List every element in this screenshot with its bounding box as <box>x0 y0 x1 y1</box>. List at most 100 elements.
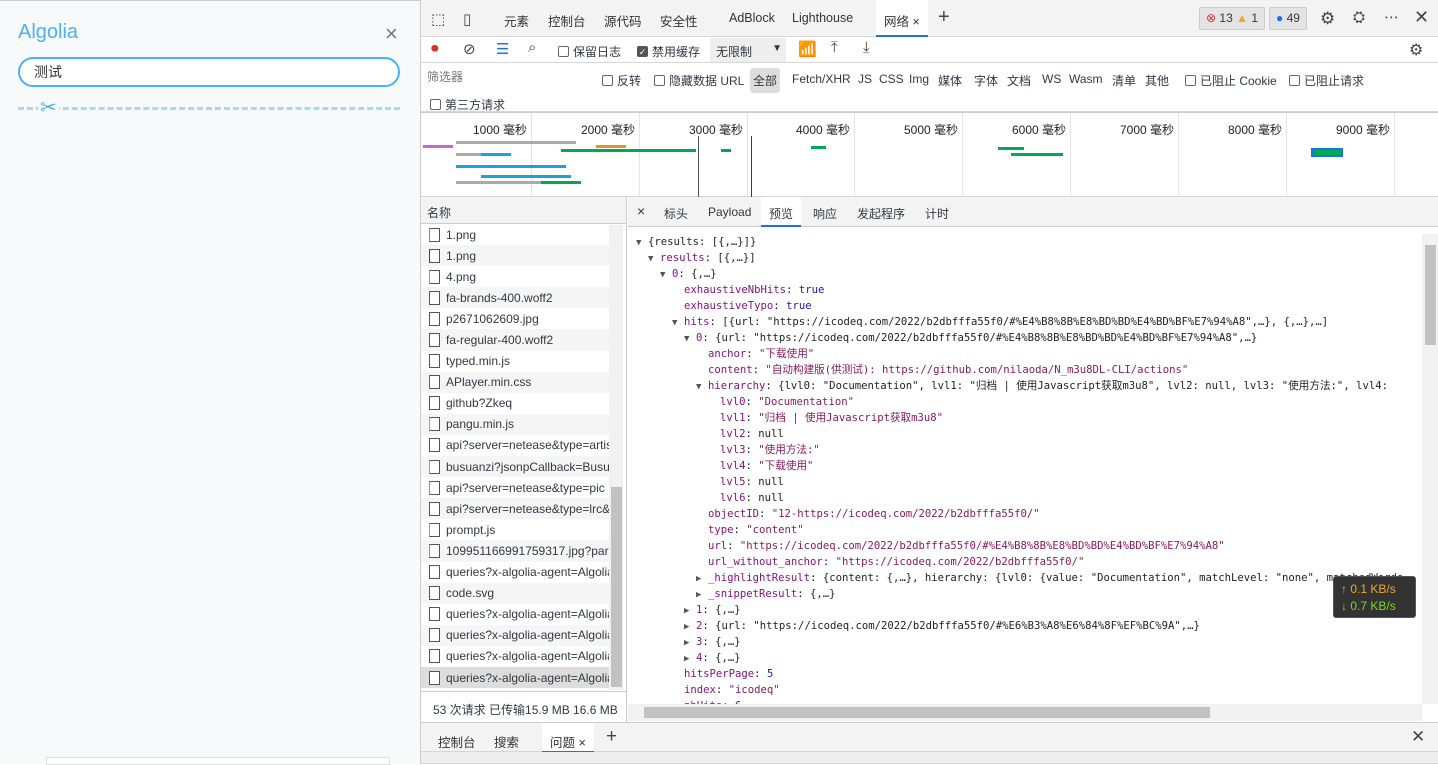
filter-type-wasm[interactable]: Wasm <box>1069 72 1103 86</box>
blocked-requests-checkbox[interactable]: 已阻止请求 <box>1289 72 1364 89</box>
request-row[interactable]: queries?x-algolia-agent=Algolia <box>421 604 609 625</box>
request-row[interactable]: api?server=netease&type=lrc& <box>421 498 609 520</box>
tab-preview[interactable]: 预览 <box>761 197 802 227</box>
search-input[interactable]: 测试 <box>18 57 400 87</box>
request-row[interactable]: 109951166991759317.jpg?param <box>421 540 609 562</box>
request-row[interactable]: github?Zkeq <box>421 393 609 414</box>
request-row[interactable]: p2671062609.jpg <box>421 308 609 329</box>
preview-horizontal-scroll-thumb[interactable] <box>644 707 1210 718</box>
filter-type-media[interactable]: 媒体 <box>938 72 962 89</box>
network-overview[interactable]: 1000 毫秒 2000 毫秒 3000 毫秒 4000 毫秒 5000 毫秒 6000 … <box>421 112 1438 198</box>
tab-console[interactable]: 控制台 <box>548 11 586 30</box>
filter-type-js[interactable]: JS <box>858 72 872 86</box>
request-row[interactable]: busuanzi?jsonpCallback=BusuanziCallback <box>421 456 609 478</box>
network-conditions-icon[interactable]: 📶 <box>798 40 817 58</box>
request-row[interactable]: fa-brands-400.woff2 <box>421 287 609 309</box>
blocked-cookies-checkbox[interactable]: 已阻止 Cookie <box>1185 72 1277 89</box>
name-column-header[interactable]: 名称 <box>421 197 626 224</box>
request-row[interactable]: fa-regular-400.woff2 <box>421 329 609 351</box>
request-row[interactable]: queries?x-algolia-agent=Algolia <box>421 562 609 583</box>
invert-checkbox[interactable]: 反转 <box>602 72 641 89</box>
settings-icon[interactable]: ⚙ <box>1320 9 1335 29</box>
collapsed-arrow-icon[interactable]: ▶ <box>684 635 696 651</box>
disable-cache-checkbox[interactable]: ✓ 禁用缓存 <box>637 43 700 60</box>
expanded-arrow-icon[interactable]: ▼ <box>684 331 696 347</box>
request-row[interactable]: api?server=netease&type=pic <box>421 477 609 498</box>
export-har-icon[interactable]: ⤓ <box>863 39 870 56</box>
filter-type-ws[interactable]: WS <box>1042 72 1061 86</box>
request-row[interactable]: queries?x-algolia-agent=Algolia <box>421 646 609 667</box>
tab-lighthouse[interactable]: Lighthouse <box>792 11 853 25</box>
filter-type-doc[interactable]: 文档 <box>1007 72 1031 89</box>
messages-badge[interactable]: ● 49 <box>1269 7 1307 30</box>
collapsed-arrow-icon[interactable]: ▶ <box>684 603 696 619</box>
filter-input[interactable] <box>425 67 589 87</box>
filter-type-css[interactable]: CSS <box>879 72 904 86</box>
close-devtools-icon[interactable]: ✕ <box>1414 7 1429 28</box>
network-settings-icon[interactable]: ⚙ <box>1409 40 1423 60</box>
tab-adblock[interactable]: AdBlock <box>729 11 775 25</box>
issues-badge[interactable]: ⊗ 13 ▲ 1 <box>1199 7 1266 30</box>
drawer-tab-console[interactable]: 控制台 <box>438 732 476 751</box>
third-party-checkbox[interactable]: 第三方请求 <box>430 96 505 113</box>
expanded-arrow-icon[interactable]: ▼ <box>660 267 672 283</box>
close-icon[interactable]: × <box>385 21 398 47</box>
request-row[interactable]: pangu.min.js <box>421 413 609 435</box>
tab-sources[interactable]: 源代码 <box>604 11 642 30</box>
request-row[interactable]: code.svg <box>421 582 609 604</box>
tab-security[interactable]: 安全性 <box>660 11 698 30</box>
collapsed-arrow-icon[interactable]: ▶ <box>684 619 696 635</box>
customize-icon[interactable]: ⛭ <box>1353 9 1365 26</box>
tab-timing[interactable]: 计时 <box>925 205 949 222</box>
expanded-arrow-icon[interactable]: ▼ <box>696 379 708 395</box>
inspect-icon[interactable]: ⬚ <box>431 10 445 28</box>
preserve-log-checkbox[interactable]: 保留日志 <box>558 43 621 60</box>
tab-payload[interactable]: Payload <box>708 205 751 219</box>
request-row[interactable]: 1.png <box>421 245 609 267</box>
filter-icon[interactable]: ☰ <box>496 40 509 58</box>
request-row[interactable]: prompt.js <box>421 519 609 540</box>
drawer-tab-issues[interactable]: 问题 × <box>542 723 594 753</box>
add-drawer-tab-icon[interactable]: + <box>606 726 617 748</box>
throttling-select[interactable]: 无限制 ▼ <box>710 38 786 62</box>
request-row[interactable]: queries?x-algolia-agent=Algolia <box>421 666 609 689</box>
clear-icon[interactable]: ⊘ <box>463 40 476 58</box>
close-drawer-icon[interactable]: ✕ <box>1411 727 1425 747</box>
import-har-icon[interactable]: ⤒ <box>831 39 838 56</box>
request-row[interactable]: 1.png <box>421 224 609 245</box>
collapsed-arrow-icon[interactable]: ▶ <box>696 587 708 603</box>
request-row[interactable]: api?server=netease&type=artist <box>421 435 609 456</box>
device-toolbar-icon[interactable]: ▯ <box>463 10 471 28</box>
expanded-arrow-icon[interactable]: ▼ <box>636 235 648 251</box>
collapsed-arrow-icon[interactable]: ▶ <box>696 571 708 587</box>
request-row[interactable]: queries?x-algolia-agent=Algolia <box>421 624 609 646</box>
search-icon[interactable]: ⌕ <box>528 39 536 56</box>
filter-type-other[interactable]: 其他 <box>1145 72 1169 89</box>
filter-type-fetch-xhr[interactable]: Fetch/XHR <box>792 72 851 86</box>
close-detail-icon[interactable]: × <box>637 203 645 219</box>
tab-initiator[interactable]: 发起程序 <box>857 205 905 222</box>
request-row[interactable]: 4.png <box>421 266 609 287</box>
tab-headers[interactable]: 标头 <box>664 205 688 222</box>
more-icon[interactable]: ⋯ <box>1384 8 1399 26</box>
request-list-scroll-thumb[interactable] <box>611 487 622 687</box>
add-tab-icon[interactable]: + <box>938 6 950 29</box>
tab-network[interactable]: 网络 × <box>876 0 928 37</box>
record-icon[interactable]: ⏺ <box>431 40 439 57</box>
filter-type-font[interactable]: 字体 <box>974 72 998 89</box>
drawer-tab-search[interactable]: 搜索 <box>494 732 519 751</box>
request-row[interactable]: typed.min.js <box>421 351 609 372</box>
filter-type-img[interactable]: Img <box>909 72 929 86</box>
hide-data-urls-checkbox[interactable]: 隐藏数据 URL <box>654 72 744 89</box>
expanded-arrow-icon[interactable]: ▼ <box>648 251 660 267</box>
filter-type-manifest[interactable]: 清单 <box>1112 72 1136 89</box>
preview-vertical-scroll-thumb[interactable] <box>1425 245 1436 345</box>
tab-response[interactable]: 响应 <box>813 205 837 222</box>
tab-elements[interactable]: 元素 <box>504 11 529 30</box>
close-drawer-tab-icon[interactable]: × <box>579 736 586 750</box>
expanded-arrow-icon[interactable]: ▼ <box>672 315 684 331</box>
close-tab-icon[interactable]: × <box>913 15 920 29</box>
request-row[interactable]: APlayer.min.css <box>421 371 609 393</box>
collapsed-arrow-icon[interactable]: ▶ <box>684 651 696 667</box>
filter-type-all[interactable]: 全部 <box>750 68 781 93</box>
